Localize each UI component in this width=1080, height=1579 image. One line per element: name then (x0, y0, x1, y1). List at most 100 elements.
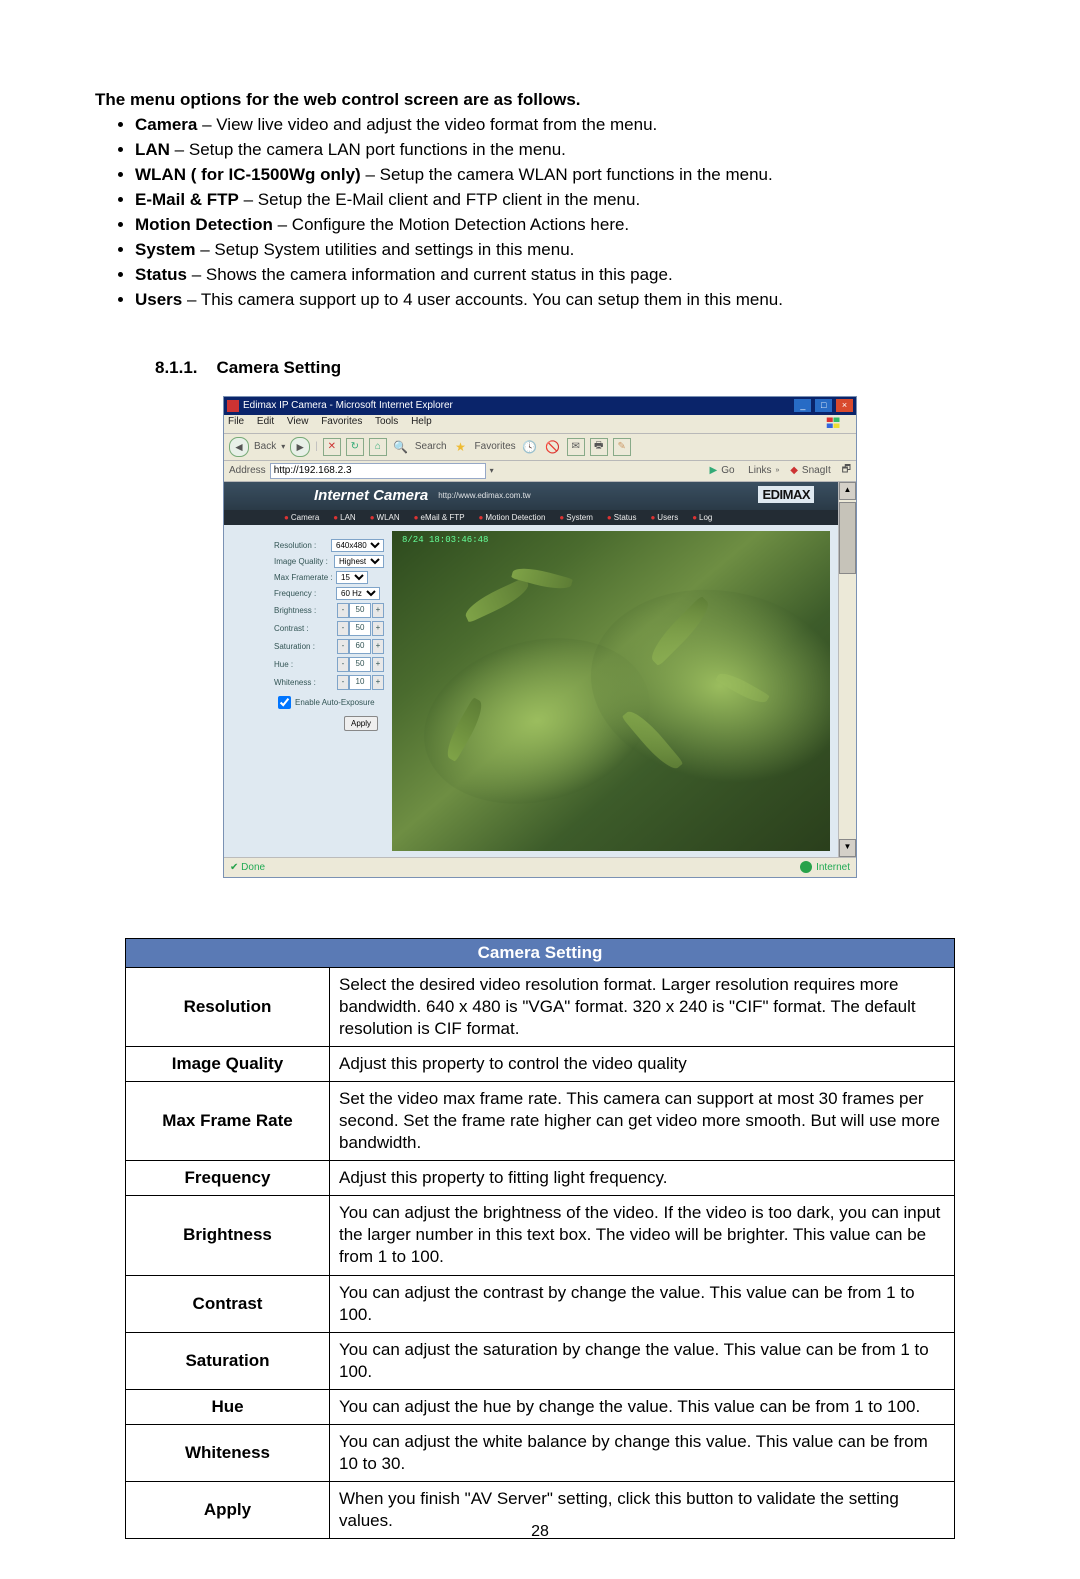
item-name: WLAN ( for IC-1500Wg only) (135, 165, 361, 184)
go-icon[interactable]: ▶ (710, 465, 718, 476)
menu-favorites[interactable]: Favorites (321, 416, 362, 427)
status-bar: ✔ Done Internet (224, 857, 856, 877)
mail-icon[interactable]: ✉ (567, 438, 585, 456)
decrement-button[interactable]: - (337, 621, 349, 636)
decrement-button[interactable]: - (337, 639, 349, 654)
list-item: LAN – Setup the camera LAN port function… (135, 139, 985, 162)
list-item: System – Setup System utilities and sett… (135, 239, 985, 262)
scroll-down-button[interactable]: ▼ (839, 839, 856, 857)
snagit-icon[interactable]: ◆ (790, 465, 798, 476)
tab-wlan[interactable]: ●WLAN (370, 513, 400, 522)
row-desc: You can adjust the hue by change the val… (330, 1389, 955, 1424)
tab-system[interactable]: ●System (559, 513, 593, 522)
item-desc: – This camera support up to 4 user accou… (182, 290, 783, 309)
item-name: Motion Detection (135, 215, 273, 234)
edit-icon[interactable]: ✎ (613, 438, 631, 456)
row-key: Frequency (126, 1161, 330, 1196)
item-desc: – Setup the E-Mail client and FTP client… (239, 190, 640, 209)
close-button[interactable]: × (836, 399, 853, 412)
menu-help[interactable]: Help (411, 416, 432, 427)
max-framerate-select[interactable]: 15 (336, 571, 368, 584)
home-button[interactable]: ⌂ (369, 438, 387, 456)
minimize-button[interactable]: _ (794, 399, 811, 412)
chevron-down-icon[interactable]: ▾ (281, 442, 285, 451)
separator: | (315, 441, 318, 452)
tab-camera[interactable]: ●Camera (284, 513, 319, 522)
maximize-button[interactable]: □ (815, 399, 832, 412)
status-done-text: Done (241, 862, 265, 873)
address-input[interactable] (270, 463, 486, 479)
item-desc: – Setup the camera LAN port functions in… (170, 140, 566, 159)
go-label[interactable]: Go (721, 465, 734, 476)
forward-button[interactable]: ► (290, 437, 310, 457)
menu-view[interactable]: View (287, 416, 309, 427)
increment-button[interactable]: + (372, 603, 384, 618)
decrement-button[interactable]: - (337, 657, 349, 672)
image-quality-label: Image Quality : (274, 557, 334, 566)
saturation-value[interactable]: 60 (349, 639, 371, 654)
table-header: Camera Setting (126, 938, 955, 967)
intro-heading: The menu options for the web control scr… (95, 90, 985, 110)
resolution-select[interactable]: 640x480 (331, 539, 384, 552)
tab-email-ftp[interactable]: ●eMail & FTP (414, 513, 465, 522)
print-icon[interactable]: 🖶 (590, 438, 608, 456)
stop-button[interactable]: ✕ (323, 438, 341, 456)
tab-motion-detection[interactable]: ●Motion Detection (479, 513, 546, 522)
tab-users[interactable]: ●Users (650, 513, 678, 522)
increment-button[interactable]: + (372, 621, 384, 636)
back-button[interactable]: ◄ (229, 437, 249, 457)
back-label: Back (254, 441, 276, 452)
list-item: E-Mail & FTP – Setup the E-Mail client a… (135, 189, 985, 212)
tab-status[interactable]: ●Status (607, 513, 637, 522)
scroll-thumb[interactable] (839, 502, 856, 574)
frequency-select[interactable]: 60 Hz (336, 587, 380, 600)
favorites-label[interactable]: Favorites (475, 441, 516, 452)
blocker-icon[interactable]: 🚫 (544, 438, 562, 456)
increment-button[interactable]: + (372, 657, 384, 672)
address-label: Address (229, 465, 266, 476)
item-desc: – View live video and adjust the video f… (197, 115, 657, 134)
apply-button[interactable]: Apply (344, 716, 378, 731)
increment-button[interactable]: + (372, 639, 384, 654)
favorites-icon[interactable]: ★ (452, 438, 470, 456)
search-icon[interactable]: 🔍 (392, 438, 410, 456)
window-title: Edimax IP Camera - Microsoft Internet Ex… (243, 400, 793, 411)
menubar: File Edit View Favorites Tools Help (224, 415, 856, 434)
row-key: Brightness (126, 1196, 330, 1275)
scroll-up-button[interactable]: ▲ (839, 482, 856, 500)
auto-exposure-checkbox[interactable] (278, 696, 291, 709)
menu-file[interactable]: File (228, 416, 244, 427)
whiteness-value[interactable]: 10 (349, 675, 371, 690)
menu-tools[interactable]: Tools (375, 416, 398, 427)
row-desc: Set the video max frame rate. This camer… (330, 1081, 955, 1160)
saturation-label: Saturation : (274, 642, 336, 651)
hue-label: Hue : (274, 660, 336, 669)
hue-value[interactable]: 50 (349, 657, 371, 672)
menu-edit[interactable]: Edit (257, 416, 274, 427)
image-quality-select[interactable]: Highest (334, 555, 384, 568)
tab-log[interactable]: ●Log (692, 513, 712, 522)
refresh-button[interactable]: ↻ (346, 438, 364, 456)
vertical-scrollbar[interactable]: ▲ ▼ (838, 482, 856, 857)
video-timestamp-osd: 8/24 18:03:46:48 (402, 535, 488, 545)
list-item: Users – This camera support up to 4 user… (135, 289, 985, 312)
banner-subtitle: http://www.edimax.com.tw (438, 491, 530, 500)
snagit-extra-icon[interactable]: 🗗 (842, 462, 851, 479)
decrement-button[interactable]: - (337, 675, 349, 690)
snagit-label[interactable]: SnagIt (802, 465, 831, 476)
decrement-button[interactable]: - (337, 603, 349, 618)
row-key: Image Quality (126, 1046, 330, 1081)
chevron-down-icon[interactable]: ▾ (490, 466, 494, 475)
max-framerate-label: Max Framerate : (274, 573, 336, 582)
list-item: Camera – View live video and adjust the … (135, 114, 985, 137)
tab-lan[interactable]: ●LAN (333, 513, 355, 522)
links-label[interactable]: Links (748, 465, 771, 476)
resolution-label: Resolution : (274, 541, 331, 550)
brightness-value[interactable]: 50 (349, 603, 371, 618)
search-label[interactable]: Search (415, 441, 447, 452)
camera-settings-panel: Resolution :640x480 Image Quality :Highe… (224, 525, 392, 857)
history-icon[interactable]: 🕓 (521, 438, 539, 456)
contrast-value[interactable]: 50 (349, 621, 371, 636)
increment-button[interactable]: + (372, 675, 384, 690)
status-zone-text: Internet (816, 862, 850, 873)
